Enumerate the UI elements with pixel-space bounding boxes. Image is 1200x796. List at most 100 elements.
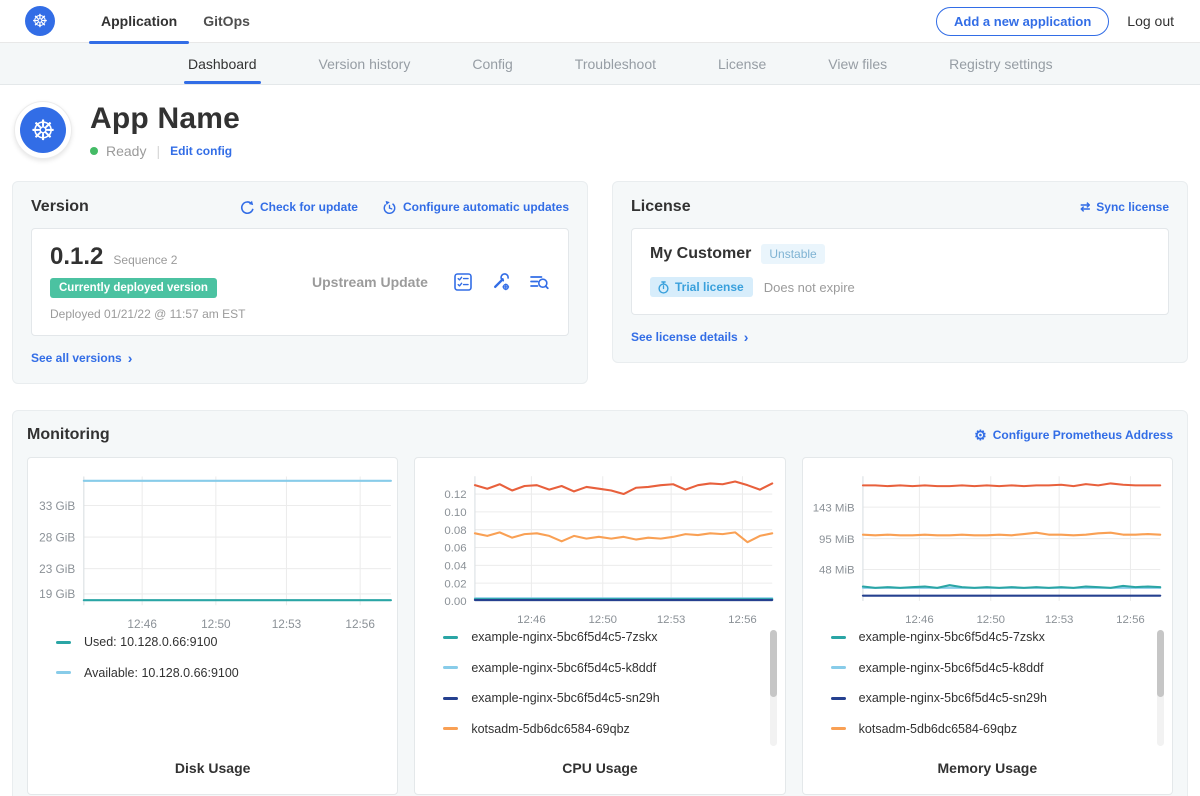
version-action-icons	[452, 271, 550, 293]
top-navbar: ☸ Application GitOps Add a new applicati…	[0, 0, 1200, 43]
configure-prometheus-link[interactable]: ⚙ Configure Prometheus Address	[974, 427, 1173, 444]
upstream-update-label: Upstream Update	[282, 274, 452, 290]
customer-name: My Customer	[650, 245, 751, 263]
status-text: Ready	[106, 143, 146, 159]
legend-scrollbar-thumb[interactable]	[1157, 630, 1164, 697]
monitoring-title: Monitoring	[27, 426, 110, 444]
version-card-header: Version Check for update Configure autom…	[31, 198, 569, 216]
legend-label: example-nginx-5bc6f5d4c5-k8ddf	[471, 661, 656, 675]
legend-scrollbar-thumb[interactable]	[770, 630, 777, 697]
svg-text:0.00: 0.00	[445, 596, 467, 608]
subnav-registry-settings-label: Registry settings	[949, 56, 1052, 72]
legend-label: Available: 10.128.0.66:9100	[84, 666, 239, 680]
svg-text:12:56: 12:56	[345, 617, 375, 631]
svg-text:12:50: 12:50	[589, 614, 618, 626]
page: ☸ Application GitOps Add a new applicati…	[0, 0, 1200, 796]
license-expiry: Does not expire	[764, 280, 855, 295]
subnav-tab-dashboard[interactable]: Dashboard	[184, 43, 261, 84]
legend-label: Used: 10.128.0.66:9100	[84, 635, 217, 649]
kubernetes-wheel-glyph: ☸	[32, 11, 48, 32]
version-sequence: Sequence 2	[113, 253, 177, 267]
view-diff-icon[interactable]	[528, 271, 550, 293]
legend-item: example-nginx-5bc6f5d4c5-k8ddf	[443, 661, 758, 675]
status-separator: |	[156, 143, 160, 159]
preflight-checklist-icon[interactable]	[452, 271, 474, 293]
check-for-update-link[interactable]: Check for update	[239, 200, 358, 215]
svg-text:28 GiB: 28 GiB	[39, 530, 75, 544]
license-customer-row: My Customer Unstable	[650, 244, 1150, 264]
refresh-icon	[239, 200, 254, 215]
svg-text:12:53: 12:53	[657, 614, 686, 626]
edit-config-link[interactable]: Edit config	[170, 144, 232, 158]
tab-gitops[interactable]: GitOps	[191, 0, 262, 43]
memory-usage-chart-card: 143 MiB95 MiB48 MiB12:4612:5012:5312:56 …	[802, 457, 1173, 795]
legend-color-dash	[831, 636, 846, 639]
legend-scrollbar[interactable]	[770, 630, 777, 746]
cpu-usage-plot: 0.120.100.080.060.040.020.0012:4612:5012…	[415, 470, 784, 628]
app-title-block: App Name Ready | Edit config	[90, 102, 240, 159]
legend-color-dash	[831, 727, 846, 730]
svg-text:19 GiB: 19 GiB	[39, 587, 75, 601]
configure-automatic-updates-label: Configure automatic updates	[403, 200, 569, 214]
legend-item: Available: 10.128.0.66:9100	[56, 666, 371, 680]
subnav-tab-version-history[interactable]: Version history	[315, 43, 415, 84]
add-application-button[interactable]: Add a new application	[936, 7, 1109, 36]
top-tabs: Application GitOps	[89, 0, 262, 43]
subnav-tab-config[interactable]: Config	[468, 43, 516, 84]
chevron-right-icon: ›	[744, 330, 749, 344]
disk-usage-chart-card: 33 GiB28 GiB23 GiB19 GiB12:4612:5012:531…	[27, 457, 398, 795]
charts-row: 33 GiB28 GiB23 GiB19 GiB12:4612:5012:531…	[27, 457, 1173, 795]
app-status-row: Ready | Edit config	[90, 143, 240, 159]
see-license-details-link[interactable]: See license details ›	[631, 330, 748, 344]
legend-label: example-nginx-5bc6f5d4c5-sn29h	[859, 691, 1047, 705]
license-card: License ⇄ Sync license My Customer Unsta…	[612, 181, 1188, 363]
legend-label: example-nginx-5bc6f5d4c5-sn29h	[471, 691, 659, 705]
subnav-tab-registry-settings[interactable]: Registry settings	[945, 43, 1056, 84]
see-all-versions-label: See all versions	[31, 351, 122, 365]
legend-item: example-nginx-5bc6f5d4c5-7zskx	[831, 630, 1146, 644]
legend-color-dash	[831, 697, 846, 700]
svg-text:0.08: 0.08	[445, 525, 467, 537]
version-number-row: 0.1.2 Sequence 2	[50, 243, 282, 271]
logout-link[interactable]: Log out	[1127, 13, 1174, 29]
cards-row: Version Check for update Configure autom…	[12, 181, 1188, 384]
legend-item: example-nginx-5bc6f5d4c5-sn29h	[831, 691, 1146, 705]
tab-application[interactable]: Application	[89, 0, 189, 43]
legend-item: kotsadm-5db6dc6584-69qbz	[443, 722, 758, 736]
svg-text:0.06: 0.06	[445, 543, 467, 555]
sync-license-link[interactable]: ⇄ Sync license	[1080, 200, 1169, 214]
config-wrench-icon[interactable]	[490, 271, 512, 293]
legend-label: example-nginx-5bc6f5d4c5-7zskx	[859, 630, 1045, 644]
svg-text:12:56: 12:56	[1116, 614, 1145, 626]
subnav-tab-view-files[interactable]: View files	[824, 43, 891, 84]
version-number: 0.1.2	[50, 243, 103, 271]
channel-badge: Unstable	[761, 244, 824, 264]
legend-color-dash	[443, 697, 458, 700]
legend-scrollbar[interactable]	[1157, 630, 1164, 746]
legend-label: example-nginx-5bc6f5d4c5-7zskx	[471, 630, 657, 644]
kubernetes-wheel-glyph: ☸	[30, 114, 55, 147]
see-all-versions-link[interactable]: See all versions ›	[31, 351, 132, 365]
svg-text:12:46: 12:46	[127, 617, 157, 631]
configure-automatic-updates-link[interactable]: Configure automatic updates	[382, 200, 569, 215]
subnav-dashboard-label: Dashboard	[188, 56, 257, 72]
svg-text:33 GiB: 33 GiB	[39, 499, 75, 513]
version-info: 0.1.2 Sequence 2 Currently deployed vers…	[50, 243, 282, 321]
tab-gitops-label: GitOps	[203, 13, 250, 29]
chart-title: Disk Usage	[28, 752, 397, 794]
chart-legend: example-nginx-5bc6f5d4c5-7zskx example-ng…	[415, 628, 784, 752]
license-type-row: Trial license Does not expire	[650, 277, 1150, 297]
chevron-right-icon: ›	[128, 351, 133, 365]
subnav-view-files-label: View files	[828, 56, 887, 72]
legend-color-dash	[443, 636, 458, 639]
app-subnav: Dashboard Version history Config Trouble…	[0, 43, 1200, 85]
subnav-tab-troubleshoot[interactable]: Troubleshoot	[571, 43, 660, 84]
subnav-tab-license[interactable]: License	[714, 43, 770, 84]
license-card-header: License ⇄ Sync license	[631, 198, 1169, 216]
page-title: App Name	[90, 102, 240, 136]
legend-color-dash	[443, 666, 458, 669]
legend-color-dash	[56, 671, 71, 674]
kubernetes-logo-icon: ☸	[25, 6, 55, 36]
svg-text:0.04: 0.04	[445, 560, 468, 572]
deployed-badge: Currently deployed version	[50, 278, 217, 298]
